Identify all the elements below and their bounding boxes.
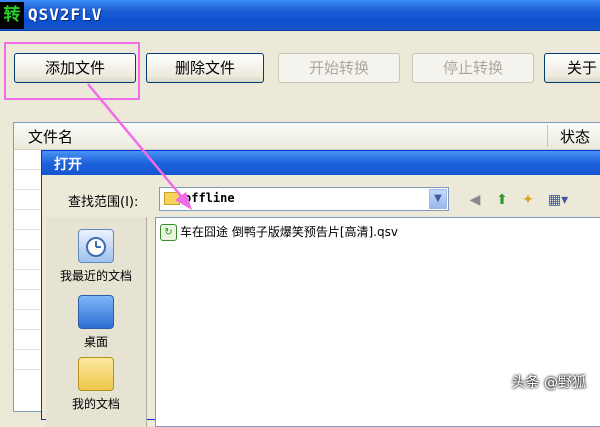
annotation-arrow bbox=[87, 83, 192, 210]
watermark: 头条 @野狐 bbox=[511, 375, 586, 391]
